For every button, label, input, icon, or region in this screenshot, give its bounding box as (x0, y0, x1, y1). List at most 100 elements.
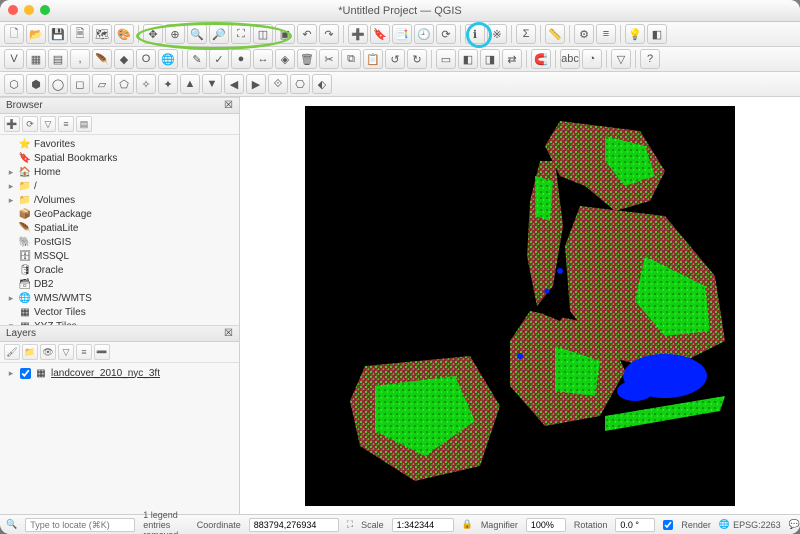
add-layer-icon[interactable]: ➕ (4, 116, 20, 132)
show-bookmarks-icon[interactable]: 📑 (392, 24, 412, 44)
browser-item-vector-tiles[interactable]: ▦Vector Tiles (0, 305, 239, 319)
extents-icon[interactable]: ⛶ (347, 519, 353, 530)
identify-icon[interactable]: ℹ (465, 24, 485, 44)
help-icon[interactable]: ? (640, 49, 660, 69)
add-feature-icon[interactable]: ● (231, 49, 251, 69)
close-panel-icon[interactable]: ☒ (224, 100, 233, 111)
zoom-last-icon[interactable]: ↶ (297, 24, 317, 44)
edit-pencil-icon[interactable]: ✎ (187, 49, 207, 69)
add-vector-icon[interactable]: V (4, 49, 24, 69)
rotation-input[interactable] (615, 518, 655, 532)
show-tips-icon[interactable]: 💡 (625, 24, 645, 44)
digitize-7-icon[interactable]: ✧ (136, 74, 156, 94)
pan-to-selection-icon[interactable]: ⊕ (165, 24, 185, 44)
browser-item-volumes[interactable]: ▸📁/Volumes (0, 193, 239, 207)
digitize-4-icon[interactable]: ◻ (70, 74, 90, 94)
refresh-browser-icon[interactable]: ⟳ (22, 116, 38, 132)
style-manager-icon[interactable]: 🎨 (114, 24, 134, 44)
locator-input[interactable] (25, 518, 135, 532)
browser-item-oracle[interactable]: 🛢Oracle (0, 263, 239, 277)
digitize-14-icon[interactable]: ⎔ (290, 74, 310, 94)
add-group-icon[interactable]: 📁 (22, 344, 38, 360)
save-edits-icon[interactable]: ✓ (209, 49, 229, 69)
digitize-8-icon[interactable]: ✦ (158, 74, 178, 94)
digitize-10-icon[interactable]: ▼ (202, 74, 222, 94)
magnifier-input[interactable] (526, 518, 566, 532)
collapse-all-icon[interactable]: ≡ (58, 116, 74, 132)
paste-icon[interactable]: 📋 (363, 49, 383, 69)
plugins-icon[interactable]: ◧ (647, 24, 667, 44)
diagram-icon[interactable]: ◔ (582, 49, 602, 69)
browser-item-wms[interactable]: ▸🌐WMS/WMTS (0, 291, 239, 305)
add-mssql-icon[interactable]: ◆ (114, 49, 134, 69)
zoom-window-button[interactable] (40, 5, 50, 15)
render-checkbox[interactable] (663, 520, 673, 530)
browser-tree[interactable]: ⭐Favorites🔖Spatial Bookmarks▸🏠Home▸📁/▸📁/… (0, 135, 239, 325)
action-icon[interactable]: ※ (487, 24, 507, 44)
digitize-5-icon[interactable]: ▱ (92, 74, 112, 94)
new-map-view-icon[interactable]: ➕ (348, 24, 368, 44)
filter-icon[interactable]: ▽ (611, 49, 631, 69)
refresh-icon[interactable]: ⟳ (436, 24, 456, 44)
digitize-9-icon[interactable]: ▲ (180, 74, 200, 94)
new-project-icon[interactable]: 🗋 (4, 24, 24, 44)
properties-icon[interactable]: ▤ (76, 116, 92, 132)
messages-icon[interactable]: 💬 (789, 519, 800, 530)
open-project-icon[interactable]: 📂 (26, 24, 46, 44)
browser-item-db2[interactable]: 🗃DB2 (0, 277, 239, 291)
select-icon[interactable]: ▭ (436, 49, 456, 69)
browser-item-spatialite[interactable]: 🪶SpatiaLite (0, 221, 239, 235)
select-all-icon[interactable]: ◧ (458, 49, 478, 69)
add-oracle-icon[interactable]: O (136, 49, 156, 69)
deselect-icon[interactable]: ◨ (480, 49, 500, 69)
save-project-icon[interactable]: 💾 (48, 24, 68, 44)
expand-all-icon[interactable]: ≡ (76, 344, 92, 360)
zoom-next-icon[interactable]: ↷ (319, 24, 339, 44)
move-feature-icon[interactable]: ↔ (253, 49, 273, 69)
delete-icon[interactable]: 🗑 (297, 49, 317, 69)
add-raster-icon[interactable]: ▦ (26, 49, 46, 69)
node-tool-icon[interactable]: ◈ (275, 49, 295, 69)
layer-visibility-checkbox[interactable] (20, 368, 31, 379)
snapping-icon[interactable]: 🧲 (531, 49, 551, 69)
browser-item-geopackage[interactable]: 📦GeoPackage (0, 207, 239, 221)
filter-legend-icon[interactable]: ▽ (58, 344, 74, 360)
undo-icon[interactable]: ↺ (385, 49, 405, 69)
digitize-3-icon[interactable]: ◯ (48, 74, 68, 94)
digitize-11-icon[interactable]: ◀ (224, 74, 244, 94)
zoom-full-icon[interactable]: ⛶ (231, 24, 251, 44)
browser-item-spatial-bookmarks[interactable]: 🔖Spatial Bookmarks (0, 151, 239, 165)
zoom-layer-icon[interactable]: ▣ (275, 24, 295, 44)
digitize-6-icon[interactable]: ⬠ (114, 74, 134, 94)
manage-visibility-icon[interactable]: 👁 (40, 344, 56, 360)
measure-icon[interactable]: 📏 (545, 24, 565, 44)
copy-icon[interactable]: ⧉ (341, 49, 361, 69)
temporal-controller-icon[interactable]: 🕘 (414, 24, 434, 44)
zoom-in-icon[interactable]: 🔍 (187, 24, 207, 44)
layers-list[interactable]: ▸▦landcover_2010_nyc_3ft (0, 363, 239, 514)
filter-browser-icon[interactable]: ▽ (40, 116, 56, 132)
pan-icon[interactable]: ✥ (143, 24, 163, 44)
close-window-button[interactable] (8, 5, 18, 15)
add-mesh-icon[interactable]: ▤ (48, 49, 68, 69)
statistics-icon[interactable]: Σ (516, 24, 536, 44)
map-canvas[interactable] (240, 97, 800, 514)
save-as-icon[interactable]: 🗎 (70, 24, 90, 44)
new-spatial-bookmark-icon[interactable]: 🔖 (370, 24, 390, 44)
add-wms-icon[interactable]: 🌐 (158, 49, 178, 69)
style-layer-icon[interactable]: 🖌 (4, 344, 20, 360)
add-delimited-icon[interactable]: , (70, 49, 90, 69)
toolbox-icon[interactable]: ⚙ (574, 24, 594, 44)
redo-icon[interactable]: ↻ (407, 49, 427, 69)
digitize-13-icon[interactable]: ⟐ (268, 74, 288, 94)
browser-item-root[interactable]: ▸📁/ (0, 179, 239, 193)
cut-icon[interactable]: ✂ (319, 49, 339, 69)
layer-row[interactable]: ▸▦landcover_2010_nyc_3ft (4, 365, 235, 381)
invert-sel-icon[interactable]: ⇄ (502, 49, 522, 69)
browser-item-mssql[interactable]: 🗄MSSQL (0, 249, 239, 263)
scale-lock-icon[interactable]: 🔒 (462, 519, 473, 530)
close-layers-icon[interactable]: ☒ (224, 328, 233, 339)
browser-item-home[interactable]: ▸🏠Home (0, 165, 239, 179)
remove-layer-icon[interactable]: ➖ (94, 344, 110, 360)
digitize-15-icon[interactable]: ⬖ (312, 74, 332, 94)
